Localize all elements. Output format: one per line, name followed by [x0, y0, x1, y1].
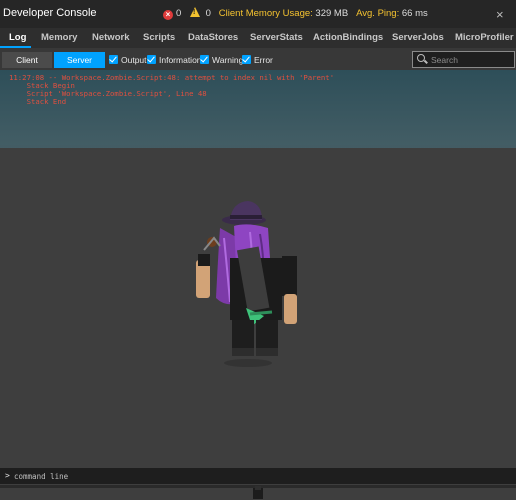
warning-label: Warning [212, 55, 244, 65]
ping-value: 66 ms [401, 8, 428, 19]
ping-label: Avg. Ping: [356, 8, 400, 19]
screen: Developer Console × 0 ! 0 Client Memory U… [0, 0, 516, 500]
checkbox-checked-icon [147, 55, 156, 64]
checkbox-checked-icon [200, 55, 209, 64]
warning-icon: ! [189, 7, 200, 17]
filter-bar: Client Server Output Information Warning… [0, 48, 516, 70]
error-checkbox[interactable]: Error [242, 54, 273, 66]
stats-bar: × 0 ! 0 Client Memory Usage: 329 MB Avg. … [163, 7, 428, 20]
information-label: Information [159, 55, 202, 65]
output-checkbox[interactable]: Output [109, 54, 147, 66]
log-line: Stack End [9, 97, 67, 106]
tab-actionbindings[interactable]: ActionBindings [313, 28, 383, 48]
tab-network[interactable]: Network [92, 28, 129, 48]
error-label: Error [254, 55, 273, 65]
tab-memory[interactable]: Memory [41, 28, 77, 48]
information-checkbox[interactable]: Information [147, 54, 202, 66]
console-title: Developer Console [3, 7, 97, 19]
error-count: 0 [176, 8, 182, 19]
tab-log[interactable]: Log [9, 28, 26, 48]
tab-scripts[interactable]: Scripts [143, 28, 175, 48]
error-icon: × [163, 10, 173, 20]
checkbox-checked-icon [242, 55, 251, 64]
memory-label: Client Memory Usage: [218, 8, 313, 19]
checkbox-checked-icon [109, 55, 118, 64]
log-output: 11:27:08 -- Workspace.Zombie.Script:48: … [0, 70, 516, 148]
tab-serverjobs[interactable]: ServerJobs [392, 28, 444, 48]
command-bar: > [0, 468, 516, 484]
command-line-input[interactable] [14, 470, 494, 482]
console-titlebar: Developer Console × 0 ! 0 Client Memory U… [0, 0, 516, 28]
search-icon [417, 54, 425, 62]
command-prompt: > [5, 471, 10, 480]
close-icon[interactable]: × [496, 7, 504, 22]
tab-datastores[interactable]: DataStores [188, 28, 238, 48]
search-input[interactable] [431, 52, 511, 67]
tab-microprofiler[interactable]: MicroProfiler [455, 28, 514, 48]
server-button[interactable]: Server [54, 52, 105, 68]
bottom-strip [0, 484, 516, 500]
output-label: Output [121, 55, 147, 65]
tab-serverstats[interactable]: ServerStats [250, 28, 303, 48]
tab-bar: Log Memory Network Scripts DataStores Se… [0, 28, 516, 48]
client-button[interactable]: Client [2, 52, 52, 68]
player-avatar [196, 201, 297, 367]
memory-value: 329 MB [315, 8, 349, 19]
avatar-thumbnail [253, 486, 263, 499]
search-box[interactable] [412, 51, 515, 68]
warning-count: 0 [205, 8, 211, 19]
warning-checkbox[interactable]: Warning [200, 54, 243, 66]
